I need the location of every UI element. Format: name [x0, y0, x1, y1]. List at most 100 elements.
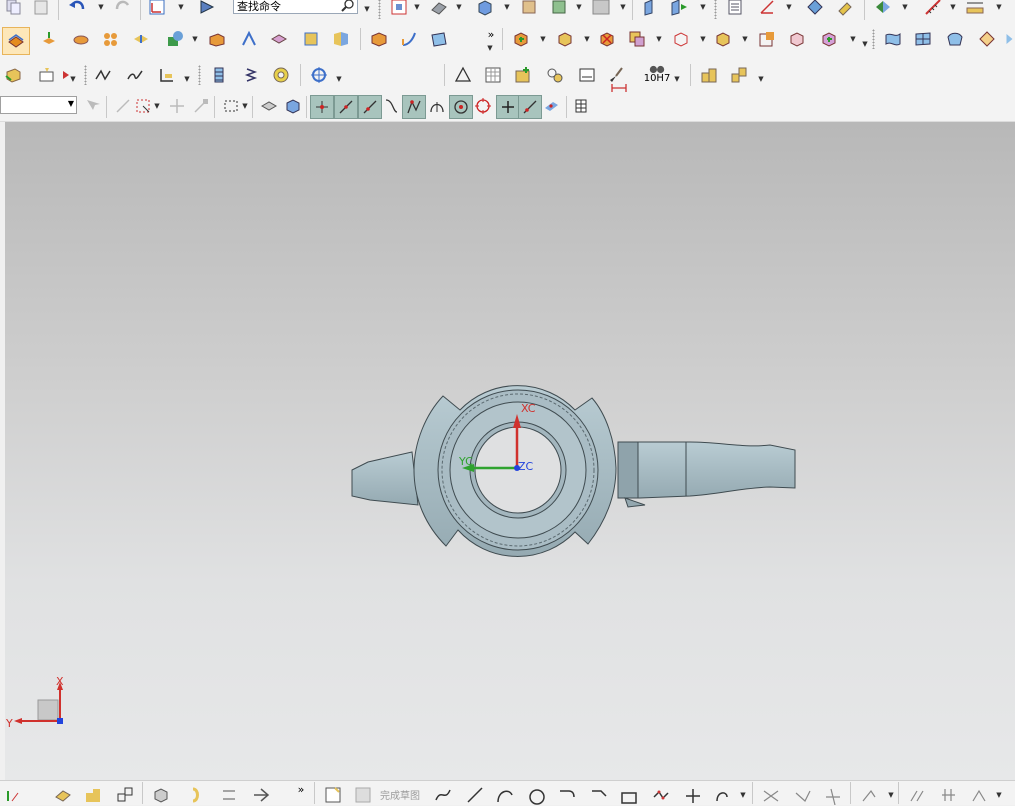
delete-face-icon[interactable]: [596, 28, 618, 50]
finish-sketch-label[interactable]: 完成草图: [380, 787, 420, 802]
revolve-icon[interactable]: [70, 28, 92, 50]
edit-section-icon[interactable]: [640, 0, 662, 18]
gear-modeling-icon[interactable]: [308, 64, 330, 86]
snap-endpoint-icon[interactable]: [310, 95, 334, 119]
snap-view-icon[interactable]: [804, 0, 826, 18]
wcs-icon[interactable]: [756, 0, 778, 18]
wave-surface-icon[interactable]: [124, 64, 146, 86]
through-curve-mesh-icon[interactable]: [912, 28, 934, 50]
polygon-icon[interactable]: [650, 784, 672, 806]
chamfer-icon[interactable]: [238, 28, 260, 50]
assembly-icon[interactable]: [2, 64, 24, 86]
annotation-icon[interactable]: [36, 64, 58, 86]
grid-icon[interactable]: [570, 95, 592, 117]
snap-quadrant-icon[interactable]: [472, 95, 494, 117]
rectangle-select-icon[interactable]: [220, 95, 242, 117]
copy-face-icon[interactable]: [818, 28, 840, 50]
snap-midpoint-icon[interactable]: [334, 95, 358, 119]
fit-tolerance-icon[interactable]: 10H7: [644, 61, 670, 87]
selection-filter-dropdown[interactable]: ▼: [0, 96, 77, 114]
offset-region-icon[interactable]: [670, 28, 692, 50]
snap-tangent-icon[interactable]: [402, 95, 426, 119]
more-surfaces-icon[interactable]: [1004, 28, 1015, 50]
paste-icon[interactable]: [30, 0, 52, 18]
reuse-library-icon[interactable]: [544, 64, 566, 86]
finish-sketch-icon[interactable]: [322, 784, 344, 806]
more-sketch-tools-icon[interactable]: »: [294, 778, 308, 800]
general-selection-icon[interactable]: [82, 95, 104, 117]
section-curve-icon[interactable]: [156, 64, 178, 86]
pull-face-icon[interactable]: [554, 28, 576, 50]
n-sided-surface-icon[interactable]: [976, 28, 998, 50]
dimension-icon[interactable]: [608, 73, 630, 95]
snap-point-on-curve-icon[interactable]: [518, 95, 542, 119]
orient-view-icon[interactable]: [474, 0, 496, 18]
studio-surface-icon[interactable]: [944, 28, 966, 50]
part-model[interactable]: XC YC ZC X Y: [5, 122, 1015, 780]
finish-flag-icon[interactable]: [352, 784, 374, 806]
snap-point-on-surface-icon[interactable]: [540, 95, 562, 117]
synchronous-move-face-icon[interactable]: [510, 28, 532, 50]
fillet-icon[interactable]: [556, 784, 578, 806]
profile-icon[interactable]: [52, 784, 74, 806]
hole-icon[interactable]: [100, 28, 122, 50]
sketch-plane-icon[interactable]: [146, 0, 168, 18]
measure-icon[interactable]: [922, 0, 944, 18]
triangle-icon[interactable]: [452, 64, 474, 86]
stack-components-icon[interactable]: [698, 64, 720, 86]
circle-icon[interactable]: [526, 784, 548, 806]
unite-icon[interactable]: [164, 28, 186, 50]
snap-existing-point-icon[interactable]: [496, 95, 520, 119]
draft-icon[interactable]: [300, 28, 322, 50]
extrude-icon[interactable]: [38, 28, 60, 50]
pattern-icon[interactable]: [114, 784, 136, 806]
sketch-task-icon[interactable]: [2, 27, 30, 55]
auto-constrain-icon[interactable]: [938, 784, 960, 806]
spline-icon[interactable]: [432, 784, 454, 806]
shell-icon[interactable]: [268, 28, 290, 50]
snap-arc-center-icon[interactable]: [426, 95, 448, 117]
clip-section-icon[interactable]: [668, 0, 690, 18]
drawing-sheet-icon[interactable]: [576, 64, 598, 86]
resize-blend-icon[interactable]: [712, 28, 734, 50]
color-swatch-icon[interactable]: [590, 0, 612, 18]
quick-trim-icon[interactable]: [760, 784, 782, 806]
surface-icon[interactable]: [428, 28, 450, 50]
spring-column-icon[interactable]: [208, 64, 230, 86]
snap-point-icon[interactable]: [166, 95, 188, 117]
redo-icon[interactable]: [112, 0, 134, 18]
rectangle-icon[interactable]: [618, 784, 640, 806]
graphics-window[interactable]: XC YC ZC X Y: [5, 122, 1015, 780]
offset-curve-icon[interactable]: [92, 64, 114, 86]
point-icon[interactable]: [682, 784, 704, 806]
view-sketch-icon[interactable]: [150, 784, 172, 806]
select-faces-icon[interactable]: [258, 95, 280, 117]
work-layer-icon[interactable]: [724, 0, 746, 18]
offset-curve-sketch-icon[interactable]: [712, 784, 734, 806]
chamfer-sketch-icon[interactable]: [588, 784, 610, 806]
snap-control-point-icon[interactable]: [358, 95, 382, 119]
constraint-icon[interactable]: [186, 784, 208, 806]
selection-filter-icon[interactable]: [872, 0, 894, 18]
show-constraints-icon[interactable]: [968, 784, 990, 806]
inspect-icon[interactable]: [834, 0, 856, 18]
arc-icon[interactable]: [494, 784, 516, 806]
pattern-face-icon[interactable]: [756, 28, 778, 50]
snap-intersection-icon[interactable]: [380, 95, 402, 117]
mirror-curve-icon[interactable]: [858, 784, 880, 806]
edge-blend-icon[interactable]: [206, 28, 228, 50]
spring-icon[interactable]: [240, 64, 262, 86]
sketch-point-icon[interactable]: [2, 784, 24, 806]
layer-icon[interactable]: [518, 0, 540, 18]
show-hide-icon[interactable]: [548, 0, 570, 18]
table-icon[interactable]: [482, 64, 504, 86]
add-component-icon[interactable]: [512, 64, 534, 86]
cylinder-icon[interactable]: [398, 28, 420, 50]
line-icon[interactable]: [464, 784, 486, 806]
geometric-constraint-icon[interactable]: [906, 784, 928, 806]
replace-face-icon[interactable]: [626, 28, 648, 50]
command-finder-icon[interactable]: [196, 0, 218, 18]
boss-icon[interactable]: [130, 28, 152, 50]
offset-tool-icon[interactable]: [250, 784, 272, 806]
dimension-tool-icon[interactable]: [218, 784, 240, 806]
